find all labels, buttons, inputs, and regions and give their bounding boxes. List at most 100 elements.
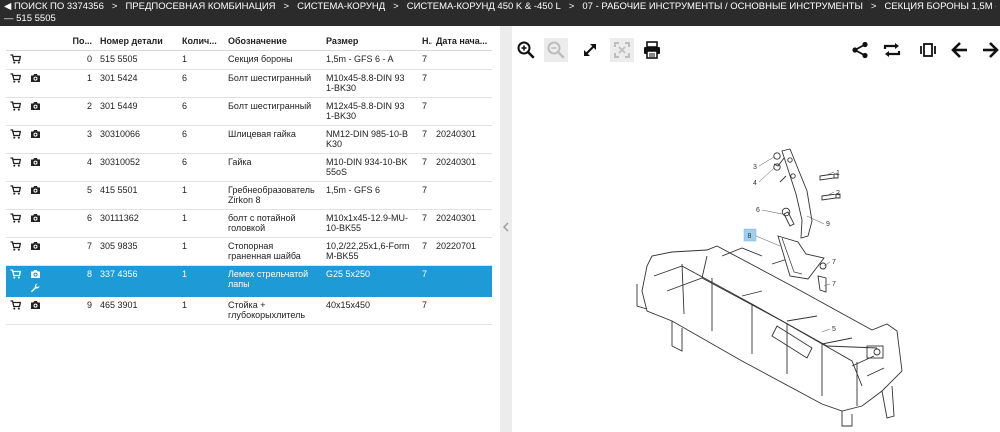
cell-n: 7	[418, 181, 432, 210]
cell-position: 9	[58, 296, 96, 325]
camera-icon[interactable]	[30, 185, 41, 195]
breadcrumb-item-search[interactable]: ПОИСК ПО 3374356	[14, 1, 104, 12]
breadcrumb-separator: >	[283, 1, 290, 12]
cart-icon[interactable]	[10, 299, 21, 310]
cell-size: 1,5m - GFS 6	[322, 181, 418, 210]
camera-icon[interactable]	[30, 157, 41, 167]
header-actions	[6, 32, 58, 51]
table-row[interactable]: 7 305 9835 1 Стопорная граненная шайба 10,2/…	[6, 237, 492, 266]
cart-icon[interactable]	[10, 156, 21, 167]
row-actions	[6, 69, 58, 98]
zoom-in-icon[interactable]	[514, 38, 538, 62]
callout-label[interactable]: 6	[756, 207, 760, 214]
cart-icon[interactable]	[10, 268, 21, 279]
arrow-left-icon[interactable]	[948, 38, 972, 62]
cart-icon[interactable]	[10, 72, 21, 83]
camera-icon[interactable]	[30, 300, 41, 310]
row-actions	[6, 296, 58, 325]
table-row[interactable]: 9 465 3901 1 Стойка + глубокорыхлитель 40x15…	[6, 296, 492, 325]
row-actions	[6, 50, 58, 70]
breadcrumb-item-group[interactable]: 07 - РАБОЧИЕ ИНСТРУМЕНТЫ / ОСНОВНЫЕ ИНСТ…	[582, 1, 863, 12]
cell-quantity: 1	[178, 296, 224, 325]
callout-label[interactable]: 1	[836, 170, 840, 177]
header-start-date[interactable]: Дата нача...	[432, 32, 492, 51]
slideshow-icon[interactable]	[916, 38, 940, 62]
zoom-out-icon[interactable]	[544, 38, 568, 62]
table-row[interactable]: 6 30111362 1 болт с потайной головкой M10x1x…	[6, 209, 492, 238]
cell-size: M10x1x45-12.9-MU-10-BK55	[322, 209, 418, 238]
table-row[interactable]: 8 337 4356 1 Лемех стрельчатой лапы G25 5x25…	[6, 265, 492, 297]
camera-icon[interactable]	[30, 241, 41, 251]
exploded-parts-diagram[interactable]: 3 4 1 2 6 9 8 7 7 5	[612, 116, 1000, 432]
header-n[interactable]: Н...	[418, 32, 432, 51]
cart-icon[interactable]	[10, 240, 21, 251]
camera-icon[interactable]	[30, 129, 41, 139]
cart-icon[interactable]	[10, 128, 21, 139]
cell-quantity: 1	[178, 237, 224, 266]
table-row[interactable]: 0 515 5505 1 Секция бороны 1,5m - GFS 6 - A7	[6, 50, 492, 70]
cell-size: G25 5x250	[322, 265, 418, 297]
callout-label[interactable]: 2	[836, 190, 840, 197]
camera-icon[interactable]	[30, 213, 41, 223]
header-size[interactable]: Размер	[322, 32, 418, 51]
cell-designation: Лемех стрельчатой лапы	[224, 265, 322, 297]
breadcrumb-item-combination[interactable]: ПРЕДПОСЕВНАЯ КОМБИНАЦИЯ	[125, 1, 275, 12]
cell-part-number: 30310066	[96, 125, 178, 154]
table-row[interactable]: 4 30310052 6 Гайка M10-DIN 934-10-BK 55oS 7 20…	[6, 153, 492, 182]
cell-start-date	[432, 296, 492, 325]
cell-part-number: 515 5505	[96, 50, 178, 70]
table-row[interactable]: 1 301 5424 6 Болт шестигранный M10x45-8.8-DI…	[6, 69, 492, 98]
fit-screen-icon[interactable]	[610, 38, 634, 62]
print-icon[interactable]	[640, 38, 664, 62]
share-icon[interactable]	[848, 38, 872, 62]
table-row[interactable]: 3 30310066 6 Шлицевая гайка NM12-DIN 985-10-…	[6, 125, 492, 154]
callout-label[interactable]: 3	[753, 164, 757, 171]
table-row[interactable]: 2 301 5449 6 Болт шестигранный M12x45-8.8-DI…	[6, 97, 492, 126]
callout-label[interactable]: 9	[826, 221, 830, 228]
wrench-icon[interactable]	[30, 283, 40, 293]
breadcrumb-item-system[interactable]: СИСТЕМА-КОРУНД	[297, 1, 385, 12]
cell-designation: Болт шестигранный	[224, 69, 322, 98]
camera-icon[interactable]	[30, 73, 41, 83]
cart-icon[interactable]	[10, 184, 21, 195]
cell-designation: болт с потайной головкой	[224, 209, 322, 238]
cell-designation: Болт шестигранный	[224, 97, 322, 126]
table-row[interactable]: 5 415 5501 1 Гребнеобразователь Zirkon 8 1,5…	[6, 181, 492, 210]
cell-size: M12x45-8.8-DIN 93 1-BK30	[322, 97, 418, 126]
breadcrumb-back-icon[interactable]: ◀	[4, 1, 11, 12]
breadcrumb-item-model[interactable]: СИСТЕМА-КОРУНД 450 K & -450 L	[407, 1, 561, 12]
cart-icon[interactable]	[10, 212, 21, 223]
cell-quantity: 1	[178, 265, 224, 297]
cell-designation: Стопорная граненная шайба	[224, 237, 322, 266]
breadcrumb-separator: >	[111, 1, 118, 12]
callout-label[interactable]: 7	[832, 281, 836, 288]
callout-label[interactable]: 4	[753, 180, 757, 187]
cart-icon[interactable]	[10, 53, 21, 64]
header-position[interactable]: По...	[58, 32, 96, 51]
cell-part-number: 30310052	[96, 153, 178, 182]
cell-designation: Шлицевая гайка	[224, 125, 322, 154]
header-designation[interactable]: Обозначение	[224, 32, 322, 51]
expand-icon[interactable]	[578, 38, 602, 62]
pane-splitter[interactable]	[500, 26, 512, 432]
camera-icon[interactable]	[30, 269, 41, 279]
arrow-right-icon[interactable]	[978, 38, 1000, 62]
parts-list-pane: По... Номер детали Колич... Обозначение …	[0, 26, 500, 432]
cell-position: 6	[58, 209, 96, 238]
cell-position: 8	[58, 265, 96, 297]
repeat-icon[interactable]	[880, 38, 904, 62]
cell-n: 7	[418, 69, 432, 98]
breadcrumb-line: ◀ ПОИСК ПО 3374356 > ПРЕДПОСЕВНАЯ КОМБИНАЦ…	[4, 1, 996, 13]
camera-icon[interactable]	[30, 101, 41, 111]
header-quantity[interactable]: Колич...	[178, 32, 224, 51]
callout-label[interactable]: 5	[832, 326, 836, 333]
callout-label[interactable]: 8	[748, 233, 752, 240]
cell-quantity: 6	[178, 97, 224, 126]
breadcrumb-item-section[interactable]: СЕКЦИЯ БОРОНЫ 1,5М - GFS 6 - A	[884, 1, 996, 12]
header-part-number[interactable]: Номер детали	[96, 32, 178, 51]
splitter-handle-icon[interactable]	[503, 222, 509, 232]
cell-start-date	[432, 181, 492, 210]
callout-label[interactable]: 7	[832, 259, 836, 266]
share-drawing	[777, 235, 825, 280]
cart-icon[interactable]	[10, 100, 21, 111]
